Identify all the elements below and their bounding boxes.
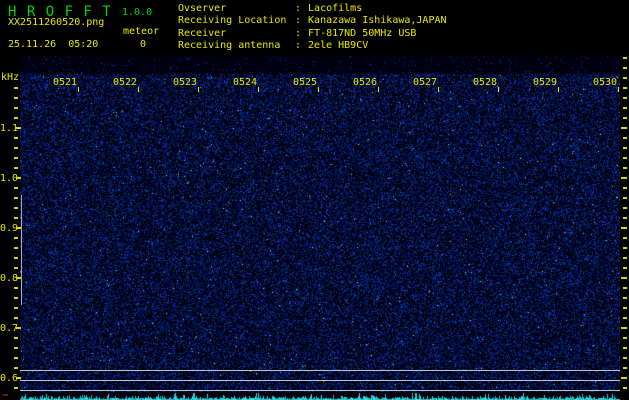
freq-minor-tick-left: [14, 257, 18, 259]
freq-minor-tick-left: [14, 367, 18, 369]
hrofft-screen: H R O F F T 1.0.0 XX2511260520.png meteo…: [0, 0, 629, 400]
station-info: Ovserver: Lacofilms Receiving Location: Kan…: [178, 3, 447, 53]
freq-major-tick-right-0.8: [621, 277, 627, 279]
freq-minor-tick-left: [14, 217, 18, 219]
freq-minor-tick-right: [623, 357, 627, 359]
freq-minor-tick-right: [623, 167, 627, 169]
freq-minor-tick-left: [14, 267, 18, 269]
freq-minor-tick-left: [14, 237, 18, 239]
freq-axis-unit: kHz: [1, 72, 19, 83]
freq-minor-tick-right: [623, 97, 627, 99]
freq-major-tick-right-0.7: [621, 327, 627, 329]
freq-label-1.1: 1.1: [0, 123, 15, 134]
freq-minor-tick-left: [14, 137, 18, 139]
freq-label-0.6: 0.6: [0, 373, 15, 384]
freq-minor-tick-right: [623, 137, 627, 139]
freq-minor-tick-left: [14, 337, 18, 339]
freq-major-tick-right-1.1: [621, 127, 627, 129]
station-label: Receiving Location: [178, 15, 295, 27]
station-colon: :: [295, 40, 301, 51]
freq-minor-tick-right: [623, 257, 627, 259]
reference-line-lower: [20, 390, 620, 391]
freq-minor-tick-right: [623, 217, 627, 219]
freq-minor-tick-right: [623, 237, 627, 239]
freq-minor-tick-left: [14, 357, 18, 359]
freq-minor-tick-right: [623, 287, 627, 289]
freq-minor-tick-right: [623, 337, 627, 339]
freq-major-tick-right-0.9: [621, 227, 627, 229]
station-value: 2ele HB9CV: [308, 40, 368, 51]
freq-minor-tick-right: [623, 307, 627, 309]
station-label: Ovserver: [178, 3, 295, 15]
station-colon: :: [295, 28, 301, 39]
freq-minor-tick-left: [14, 157, 18, 159]
reference-line-middle: [20, 380, 620, 381]
freq-minor-tick-right: [623, 267, 627, 269]
freq-minor-tick-right: [623, 367, 627, 369]
freq-minor-tick-right: [623, 197, 627, 199]
station-label: Receiver: [178, 28, 295, 40]
station-value: Kanazawa Ishikawa,JAPAN: [308, 15, 446, 26]
freq-minor-tick-right: [623, 57, 627, 59]
station-value: FT-817ND 50MHz USB: [308, 28, 416, 39]
spectrogram-canvas: [20, 56, 620, 400]
freq-minor-tick-right: [623, 67, 627, 69]
freq-minor-tick-right: [623, 117, 627, 119]
freq-major-tick-right-1.0: [621, 177, 627, 179]
freq-label-1.0: 1.0: [0, 173, 15, 184]
freq-minor-tick-left: [14, 307, 18, 309]
reference-line-upper: [20, 370, 620, 371]
freq-major-tick-right-0.6: [621, 377, 627, 379]
freq-minor-tick-right: [623, 187, 627, 189]
freq-label-0.9: 0.9: [0, 223, 15, 234]
freq-minor-tick-left: [14, 87, 18, 89]
freq-minor-tick-left: [14, 347, 18, 349]
freq-minor-tick-left: [14, 167, 18, 169]
freq-label-0.8: 0.8: [0, 273, 15, 284]
freq-minor-tick-right: [623, 87, 627, 89]
meteor-count: 0: [140, 39, 146, 50]
freq-minor-tick-left: [14, 207, 18, 209]
freq-minor-tick-right: [623, 247, 627, 249]
freq-minor-tick-left: [14, 297, 18, 299]
red-speck: [3, 394, 8, 396]
freq-minor-tick-left: [14, 387, 18, 389]
freq-minor-tick-left: [14, 97, 18, 99]
freq-label-0.7: 0.7: [0, 323, 15, 334]
freq-minor-tick-right: [623, 347, 627, 349]
station-colon: :: [295, 3, 301, 14]
freq-minor-tick-left: [14, 147, 18, 149]
station-row-3: Receiving antenna:2ele HB9CV: [178, 40, 447, 52]
freq-minor-tick-left: [14, 287, 18, 289]
level-marker-line: [21, 195, 22, 305]
app-version: 1.0.0: [122, 7, 152, 18]
station-colon: :: [295, 15, 301, 26]
freq-minor-tick-right: [623, 207, 627, 209]
mode-label: meteor: [123, 26, 159, 37]
capture-datetime: 25.11.26 05:20: [8, 39, 98, 50]
freq-minor-tick-right: [623, 77, 627, 79]
freq-minor-tick-left: [14, 117, 18, 119]
freq-minor-tick-right: [623, 147, 627, 149]
station-row-0: Ovserver: Lacofilms: [178, 3, 447, 15]
station-row-2: Receiver: FT-817ND 50MHz USB: [178, 28, 447, 40]
freq-minor-tick-right: [623, 387, 627, 389]
station-row-1: Receiving Location: Kanazawa Ishikawa,JAP…: [178, 15, 447, 27]
freq-minor-tick-left: [14, 107, 18, 109]
freq-minor-tick-right: [623, 317, 627, 319]
freq-minor-tick-right: [623, 107, 627, 109]
freq-minor-tick-left: [14, 317, 18, 319]
capture-filename: XX2511260520.png: [8, 17, 104, 28]
station-value: Lacofilms: [308, 3, 362, 14]
freq-minor-tick-right: [623, 157, 627, 159]
freq-minor-tick-left: [14, 187, 18, 189]
freq-minor-tick-left: [14, 197, 18, 199]
station-label: Receiving antenna: [178, 40, 295, 52]
freq-minor-tick-right: [623, 297, 627, 299]
freq-minor-tick-left: [14, 247, 18, 249]
